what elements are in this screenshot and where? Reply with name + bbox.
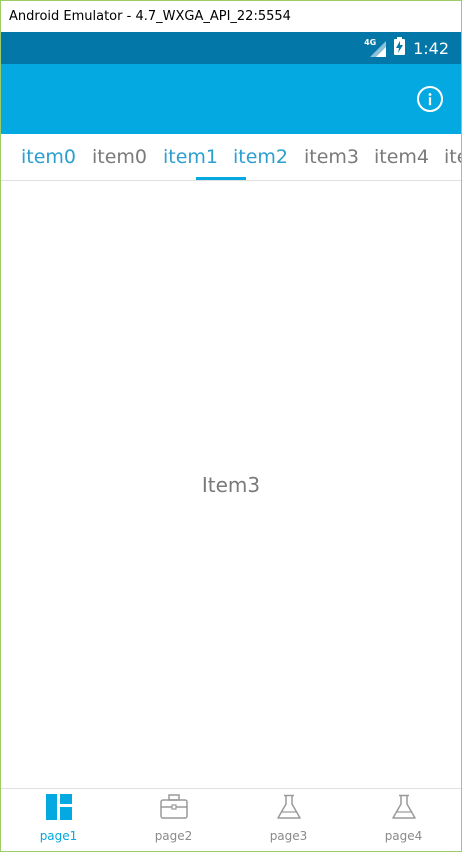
nav-label-page1: page1: [39, 829, 78, 843]
tab-item0-second[interactable]: item0: [92, 134, 147, 180]
tab-item1[interactable]: item1: [163, 134, 218, 180]
nav-page3[interactable]: page3: [231, 789, 346, 851]
nav-page4[interactable]: page4: [346, 789, 461, 851]
nav-page1[interactable]: page1: [1, 789, 116, 851]
dashboard-icon: [45, 794, 72, 825]
app-bar: [1, 64, 461, 134]
flask-icon: [276, 794, 302, 825]
status-bar: 4G 1:42: [1, 32, 461, 64]
nav-page2[interactable]: page2: [116, 789, 231, 851]
nav-label-page4: page4: [384, 829, 423, 843]
info-icon[interactable]: [417, 86, 443, 112]
battery-icon: [394, 36, 406, 60]
nav-label-page2: page2: [154, 829, 193, 843]
tab-strip: item0 item0 item1 item2 item3 item4 ite: [1, 134, 461, 181]
signal-icon: 4G: [364, 38, 387, 57]
tab-item0-first[interactable]: item0: [21, 134, 76, 180]
page-content: Item3: [1, 181, 461, 789]
nav-label-page3: page3: [269, 829, 308, 843]
status-time: 1:42: [413, 38, 449, 58]
tab-item2[interactable]: item2: [233, 134, 288, 180]
content-label: Item3: [201, 473, 261, 497]
bottom-navigation: page1 page2 page3 page4: [1, 788, 461, 851]
flask-icon: [391, 794, 417, 825]
tab-item5-partial[interactable]: ite: [444, 134, 461, 180]
tab-item3[interactable]: item3: [304, 134, 359, 180]
window-title-bar: Android Emulator - 4.7_WXGA_API_22:5554: [1, 1, 461, 32]
tab-item4[interactable]: item4: [374, 134, 429, 180]
briefcase-icon: [159, 794, 188, 825]
emulator-window: Android Emulator - 4.7_WXGA_API_22:5554 …: [0, 0, 462, 852]
window-title: Android Emulator - 4.7_WXGA_API_22:5554: [9, 9, 291, 24]
tab-indicator: [196, 177, 246, 180]
